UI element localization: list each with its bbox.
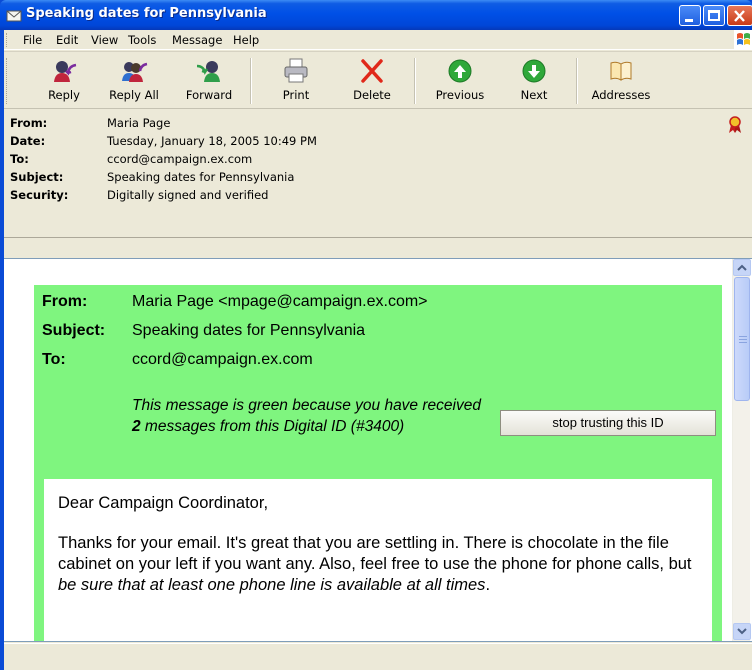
previous-label: Previous — [435, 88, 485, 102]
header-to-label: To: — [10, 152, 29, 166]
next-icon — [522, 59, 546, 83]
toolbar-grip[interactable] — [6, 58, 9, 104]
menu-file[interactable]: File — [23, 33, 42, 47]
minimize-icon — [685, 19, 693, 22]
client-area: File Edit View Tools Message Help Reply … — [4, 30, 752, 670]
toolbar: Reply Reply All Forward Print Delete Pre… — [4, 51, 752, 109]
header-subject-label: Subject: — [10, 170, 64, 184]
reply-all-icon — [122, 62, 148, 82]
delete-label: Delete — [353, 88, 391, 102]
scroll-up-button[interactable] — [733, 259, 751, 276]
scroll-up-icon — [737, 264, 747, 271]
message-body: Dear Campaign Coordinator, Thanks for yo… — [44, 479, 712, 641]
message-headers: From: Maria Page Date: Tuesday, January … — [4, 110, 752, 238]
banner-subject-value: Speaking dates for Pennsylvania — [132, 322, 366, 339]
header-to-value: ccord@campaign.ex.com — [107, 152, 253, 166]
status-bar — [4, 643, 752, 670]
header-date-label: Date: — [10, 134, 46, 148]
menu-message[interactable]: Message — [172, 33, 222, 47]
menu-grip[interactable] — [6, 33, 9, 47]
trust-text-start: This message is green because you have r… — [132, 397, 481, 414]
header-subject-value: Speaking dates for Pennsylvania — [107, 170, 295, 184]
windows-logo-icon — [734, 30, 752, 50]
maximize-icon — [708, 10, 720, 21]
next-button[interactable]: Next — [508, 56, 560, 106]
forward-label: Forward — [185, 88, 233, 102]
scroll-down-icon — [737, 628, 747, 635]
reply-all-label: Reply All — [109, 88, 159, 102]
reply-label: Reply — [48, 88, 80, 102]
banner-to-label: To: — [42, 351, 66, 368]
menu-help[interactable]: Help — [233, 33, 259, 47]
window-title: Speaking dates for Pennsylvania — [26, 6, 267, 21]
header-from-value: Maria Page — [107, 116, 171, 130]
scroll-thumb[interactable] — [734, 277, 750, 401]
toolbar-separator — [414, 58, 416, 104]
print-button[interactable]: Print — [268, 56, 324, 106]
scroll-down-button[interactable] — [733, 623, 751, 640]
certificate-ribbon-icon[interactable] — [727, 116, 743, 134]
stop-trusting-button[interactable]: stop trusting this ID — [500, 410, 716, 436]
menu-bar: File Edit View Tools Message Help — [4, 30, 752, 50]
addresses-button[interactable]: Addresses — [586, 56, 656, 106]
menu-edit[interactable]: Edit — [56, 33, 78, 47]
minimize-button[interactable] — [679, 5, 701, 26]
header-security-label: Security: — [10, 188, 69, 202]
next-label: Next — [520, 88, 548, 102]
header-date-value: Tuesday, January 18, 2005 10:49 PM — [107, 134, 317, 148]
vertical-scrollbar[interactable] — [732, 259, 751, 641]
body-greeting: Dear Campaign Coordinator, — [58, 494, 269, 512]
body-paragraph-text: Thanks for your email. It's great that y… — [58, 534, 692, 573]
banner-subject-label: Subject: — [42, 322, 106, 339]
forward-button[interactable]: Forward — [176, 56, 242, 106]
body-paragraph-emphasis: be sure that at least one phone line is … — [58, 576, 486, 594]
close-button[interactable] — [727, 5, 752, 26]
maximize-button[interactable] — [703, 5, 725, 26]
trust-explanation: This message is green because you have r… — [132, 395, 482, 437]
reply-button[interactable]: Reply — [38, 56, 90, 106]
message-pane: From: Maria Page <mpage@campaign.ex.com>… — [4, 258, 752, 642]
menu-view[interactable]: View — [91, 33, 118, 47]
trust-banner: From: Maria Page <mpage@campaign.ex.com>… — [34, 285, 722, 641]
trust-text-end: messages from this Digital ID (#3400) — [140, 418, 405, 435]
close-icon — [734, 10, 745, 22]
print-label: Print — [282, 88, 310, 102]
previous-icon — [448, 59, 472, 83]
reply-icon — [54, 61, 77, 82]
title-bar[interactable]: Speaking dates for Pennsylvania — [0, 0, 752, 30]
header-security-value: Digitally signed and verified — [107, 188, 269, 202]
addresses-icon — [610, 61, 632, 81]
mail-window: Speaking dates for Pennsylvania File Edi… — [0, 0, 752, 670]
banner-from-label: From: — [42, 293, 88, 310]
toolbar-separator — [250, 58, 252, 104]
forward-icon — [196, 61, 220, 82]
body-paragraph-end: . — [485, 576, 491, 594]
print-icon — [284, 58, 308, 83]
delete-icon — [361, 59, 383, 83]
thumb-grip — [739, 336, 747, 343]
window-mail-icon — [6, 10, 22, 22]
menu-tools[interactable]: Tools — [128, 33, 156, 47]
previous-button[interactable]: Previous — [428, 56, 492, 106]
banner-to-value: ccord@campaign.ex.com — [132, 351, 313, 368]
body-paragraph: Thanks for your email. It's great that y… — [58, 533, 698, 596]
banner-from-value: Maria Page <mpage@campaign.ex.com> — [132, 293, 428, 310]
message-view: From: Maria Page <mpage@campaign.ex.com>… — [12, 259, 730, 641]
toolbar-separator — [576, 58, 578, 104]
header-from-label: From: — [10, 116, 48, 130]
reply-all-button[interactable]: Reply All — [100, 56, 168, 106]
addresses-label: Addresses — [591, 88, 651, 102]
trust-message-count: 2 — [132, 418, 141, 435]
delete-button[interactable]: Delete — [344, 56, 400, 106]
